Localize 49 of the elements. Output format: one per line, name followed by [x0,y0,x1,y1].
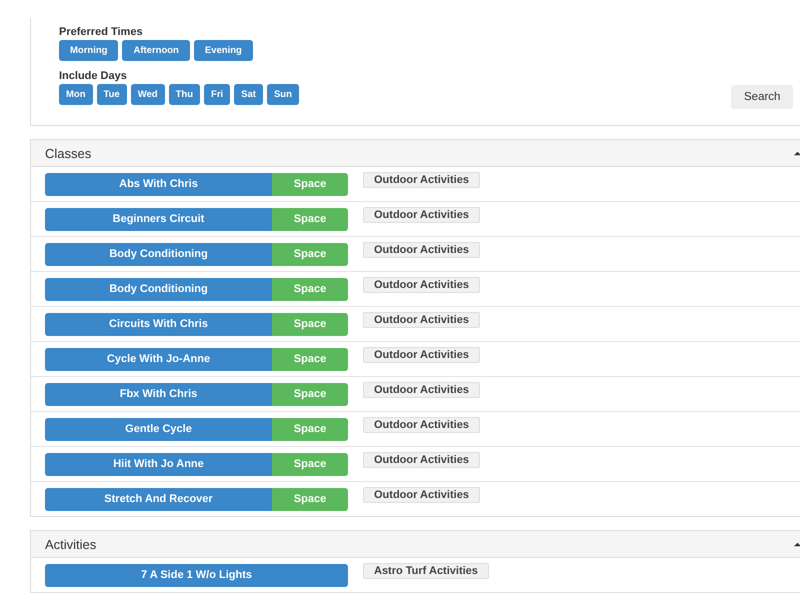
section-title: Activities [45,536,96,552]
category-tag: Outdoor Activities [363,172,480,188]
day-button[interactable]: Mon [59,84,93,105]
class-button[interactable]: Stretch And Recover [45,488,272,510]
category-tag: Outdoor Activities [363,277,480,293]
class-button[interactable]: Beginners Circuit [45,208,272,230]
category-tag: Outdoor Activities [363,207,480,223]
availability-badge: Space [272,488,348,510]
class-button[interactable]: Circuits With Chris [45,312,272,336]
availability-badge: Space [272,348,348,370]
availability-badge: Space [272,382,348,406]
availability-badge: Space [272,208,348,230]
time-button[interactable]: Afternoon [122,40,190,61]
category-tag: Outdoor Activities [363,312,480,328]
availability-badge: Space [272,278,348,300]
category-tag: Outdoor Activities [363,242,480,258]
class-button[interactable]: Cycle With Jo-Anne [45,348,272,370]
caret-icon[interactable] [794,540,800,548]
search-button[interactable]: Search [731,85,794,109]
class-button[interactable]: Fbx With Chris [45,382,272,406]
availability-badge: Space [272,418,348,440]
day-button[interactable]: Sat [234,84,263,105]
category-tag: Outdoor Activities [363,417,480,433]
time-button[interactable]: Morning [59,40,118,61]
availability-badge: Space [272,242,348,266]
category-tag: Outdoor Activities [363,347,480,363]
category-tag: Outdoor Activities [363,382,480,398]
category-tag: Outdoor Activities [363,487,480,503]
availability-badge: Space [272,452,348,476]
caret-icon[interactable] [794,150,800,156]
class-button[interactable]: Body Conditioning [45,278,272,300]
include-days-label: Include Days [59,70,128,82]
section-title: Classes [45,146,92,160]
class-button[interactable]: Hiit With Jo Anne [45,452,272,476]
class-button[interactable]: Gentle Cycle [45,418,272,440]
availability-badge: Space [272,172,348,196]
availability-badge: Space [272,312,348,336]
day-button[interactable]: Wed [130,84,165,105]
day-button[interactable]: Sun [266,84,299,105]
preferred-times-label: Preferred Times [59,26,144,38]
day-button[interactable]: Fri [204,84,230,105]
category-tag: Astro Turf Activities [363,563,489,579]
class-button[interactable]: Abs With Chris [45,172,272,196]
time-button[interactable]: Evening [194,40,253,61]
class-button[interactable]: Body Conditioning [45,242,272,266]
day-button[interactable]: Thu [168,84,200,105]
category-tag: Outdoor Activities [363,452,480,468]
day-button[interactable]: Tue [96,84,127,105]
class-button[interactable]: 7 A Side 1 W/o Lights [45,564,348,586]
